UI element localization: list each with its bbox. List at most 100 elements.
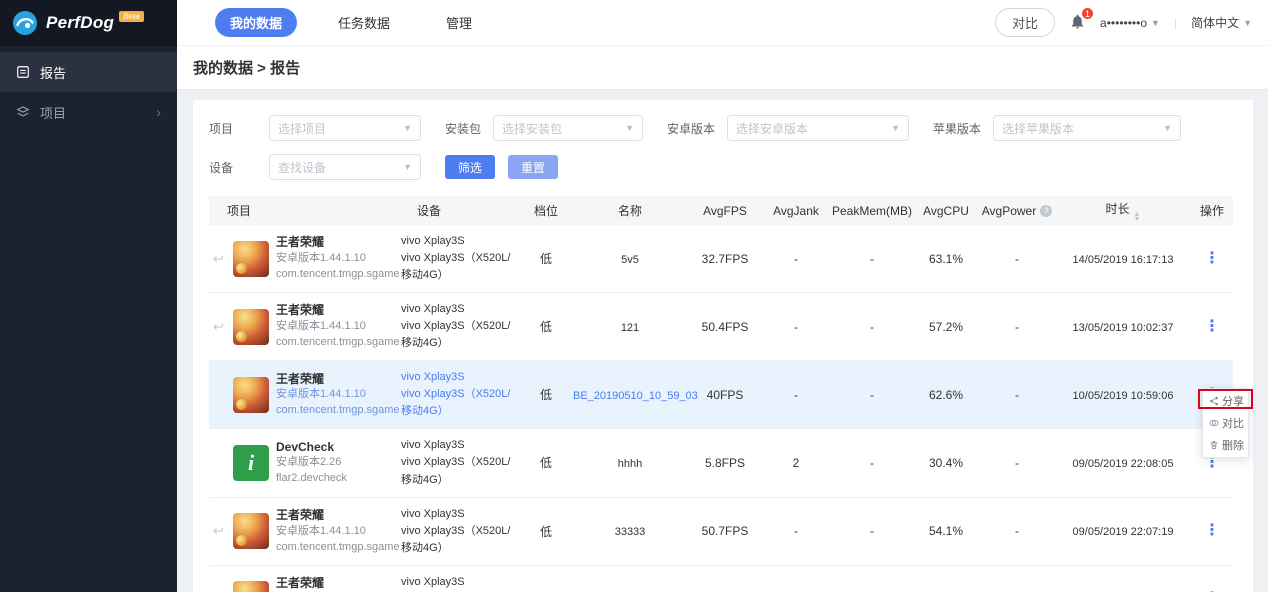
app-root: PerfDog Beta 报告 项目 › 我的数据 任务数据 [0, 0, 1268, 592]
app-package: com.tencent.tmgp.sgame [276, 403, 397, 419]
app-version: 安卓版本2.26 [276, 455, 347, 471]
table-row[interactable]: ↩王者荣耀安卓版本1.44.1.10com.tencent.tmgp.sgame… [209, 497, 1233, 565]
honor-of-kings-app-icon [233, 377, 269, 413]
duration-cell: 09/05/2019 22:07:19 [1055, 497, 1191, 565]
avgfps-cell: 50.4FPS [689, 293, 761, 361]
grade-cell: 低 [521, 497, 571, 565]
name-cell: 121 [621, 322, 639, 334]
tab-my-data[interactable]: 我的数据 [215, 8, 297, 37]
honor-of-kings-app-icon [233, 309, 269, 345]
table-row[interactable]: ↩iDevCheck安卓版本2.26flar2.devcheckvivo Xpl… [209, 429, 1233, 497]
name-cell: BE_20190510_10_59_03 [573, 390, 698, 402]
row-actions-button[interactable]: ⋮ [1198, 521, 1226, 541]
android-version-select[interactable]: 选择安卓版本 ▼ [727, 115, 909, 141]
duration-cell: 09/05/2019 22:07:11 [1055, 565, 1191, 592]
menu-item-delete[interactable]: 删除 [1203, 434, 1248, 456]
divider: | [1174, 16, 1177, 30]
package-select[interactable]: 选择安装包 ▼ [493, 115, 643, 141]
project-cell: ↩王者荣耀安卓版本1.44.1.10com.tencent.tmgp.sgame [209, 225, 399, 293]
notification-badge: 1 [1081, 7, 1094, 20]
device-cell: vivo Xplay3Svivo Xplay3S（X520L/移动4G） [401, 506, 519, 557]
device-cell-td: vivo Xplay3Svivo Xplay3S（X520L/移动4G） [399, 225, 521, 293]
actions-cell: ⋮ [1191, 225, 1233, 293]
filter-row-2: 设备 查找设备 ▼ 筛选 重置 [209, 154, 1237, 180]
peakmem-cell: - [831, 497, 913, 565]
grade-cell: 低 [521, 225, 571, 293]
reset-button[interactable]: 重置 [508, 155, 558, 179]
table-row[interactable]: ↩王者荣耀安卓版本1.44.1.10com.tencent.tmgp.sgame… [209, 361, 1233, 429]
tab-admin[interactable]: 管理 [431, 8, 487, 37]
actions-cell: ⋮ [1191, 497, 1233, 565]
header-avgjank: AvgJank [761, 196, 831, 225]
project-cell: ↩iDevCheck安卓版本2.26flar2.devcheck [209, 429, 399, 497]
reply-arrow-icon: ↩ [211, 251, 226, 267]
row-actions-button[interactable]: ⋮ [1198, 317, 1226, 337]
filter-button[interactable]: 筛选 [445, 155, 495, 179]
language-label: 简体中文 [1191, 14, 1239, 31]
header-peakmem: PeakMem(MB) [831, 196, 913, 225]
app-package: com.tencent.tmgp.sgame [276, 267, 397, 283]
avgfps-cell: 40FPS [689, 361, 761, 429]
perfdog-logo[interactable]: PerfDog Beta [0, 0, 177, 46]
row-actions-button[interactable]: ⋮ [1198, 249, 1226, 269]
breadcrumb-bar: 我的数据 > 报告 [177, 46, 1268, 90]
avgcpu-cell: 63.1% [913, 225, 979, 293]
avgpower-cell: - [979, 497, 1055, 565]
header-device: 设备 [399, 196, 521, 225]
tab-task-data[interactable]: 任务数据 [323, 8, 405, 37]
table-row[interactable]: ↩王者荣耀安卓版本1.44.1.10com.tencent.tmgp.sgame… [209, 293, 1233, 361]
peakmem-cell: - [831, 429, 913, 497]
language-selector[interactable]: 简体中文 ▼ [1191, 14, 1252, 31]
sidebar-item-projects[interactable]: 项目 › [0, 92, 177, 132]
compare-button[interactable]: 对比 [995, 8, 1055, 37]
package-filter-label: 安装包 [445, 120, 481, 137]
help-icon[interactable]: ? [1040, 205, 1052, 217]
reports-table: 项目 设备 档位 名称 AvgFPS AvgJank PeakMem(MB) A… [209, 196, 1233, 592]
app-name: 王者荣耀 [276, 575, 397, 592]
breadcrumb: 我的数据 > 报告 [193, 57, 300, 78]
app-name: 王者荣耀 [276, 302, 397, 319]
content-area: 项目 选择项目 ▼ 安装包 选择安装包 ▼ 安卓版本 选择安卓版本 ▼ [177, 90, 1268, 592]
avgjank-cell: 2 [761, 429, 831, 497]
app-version: 安卓版本1.44.1.10 [276, 524, 397, 540]
name-cell-td: 121 [571, 293, 689, 361]
sidebar-item-reports[interactable]: 报告 [0, 52, 177, 92]
reply-arrow-icon: ↩ [211, 523, 226, 539]
device-cell: vivo Xplay3Svivo Xplay3S（X520L/移动4G） [401, 574, 519, 592]
honor-of-kings-app-icon [233, 513, 269, 549]
avgfps-cell: 50.7FPS [689, 497, 761, 565]
avgjank-cell: - [761, 565, 831, 592]
app-name: 王者荣耀 [276, 371, 397, 388]
project-cell: ↩王者荣耀安卓版本1.44.1.10com.tencent.tmgp.sgame [209, 361, 399, 429]
avgcpu-cell: 70.4% [913, 565, 979, 592]
menu-item-compare[interactable]: 对比 [1203, 412, 1248, 434]
filter-row-1: 项目 选择项目 ▼ 安装包 选择安装包 ▼ 安卓版本 选择安卓版本 ▼ [209, 115, 1237, 141]
name-cell-td: 33333 [571, 497, 689, 565]
table-row[interactable]: ↩王者荣耀安卓版本1.44.1.10com.tencent.tmgp.sgame… [209, 565, 1233, 592]
device-cell-td: vivo Xplay3Svivo Xplay3S（X520L/移动4G） [399, 361, 521, 429]
sort-icons[interactable]: ▲▼ [1134, 212, 1141, 222]
chevron-down-icon: ▼ [403, 123, 412, 133]
sidebar-nav: 报告 项目 › [0, 46, 177, 132]
name-cell: 5v5 [621, 254, 639, 266]
topbar-right: 对比 1 a••••••••o ▼ | 简体中文 ▼ [995, 8, 1252, 37]
reply-arrow-icon: ↩ [211, 319, 226, 335]
avgcpu-cell: 57.2% [913, 293, 979, 361]
ios-version-select[interactable]: 选择苹果版本 ▼ [993, 115, 1181, 141]
avgpower-cell: - [979, 429, 1055, 497]
user-menu[interactable]: a••••••••o ▼ [1100, 16, 1160, 30]
avgjank-cell: - [761, 497, 831, 565]
header-avgfps: AvgFPS [689, 196, 761, 225]
peakmem-cell: - [831, 293, 913, 361]
chevron-down-icon: ▼ [891, 123, 900, 133]
avgcpu-cell: 62.6% [913, 361, 979, 429]
device-select[interactable]: 查找设备 ▼ [269, 154, 421, 180]
notification-bell[interactable]: 1 [1069, 13, 1086, 33]
avgcpu-cell: 54.1% [913, 497, 979, 565]
grade-cell: 低 [521, 429, 571, 497]
menu-item-share[interactable]: 分享 [1203, 390, 1248, 412]
table-header-row: 项目 设备 档位 名称 AvgFPS AvgJank PeakMem(MB) A… [209, 196, 1233, 225]
brand-name: PerfDog [46, 13, 114, 33]
project-select[interactable]: 选择项目 ▼ [269, 115, 421, 141]
table-row[interactable]: ↩王者荣耀安卓版本1.44.1.10com.tencent.tmgp.sgame… [209, 225, 1233, 293]
